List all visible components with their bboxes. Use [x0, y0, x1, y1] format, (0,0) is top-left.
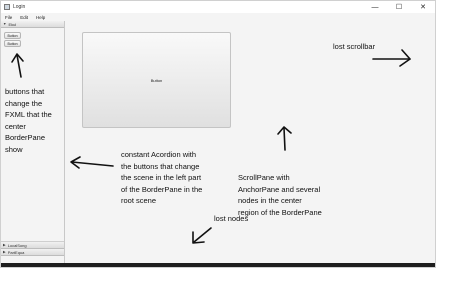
arrow-right-scrollbar-head — [399, 49, 411, 67]
annotation-arrows — [11, 49, 411, 244]
arrow-down-left-nodes — [193, 227, 212, 243]
arrow-left-accordion — [71, 161, 114, 167]
arrow-up-scrollpane — [283, 127, 286, 151]
